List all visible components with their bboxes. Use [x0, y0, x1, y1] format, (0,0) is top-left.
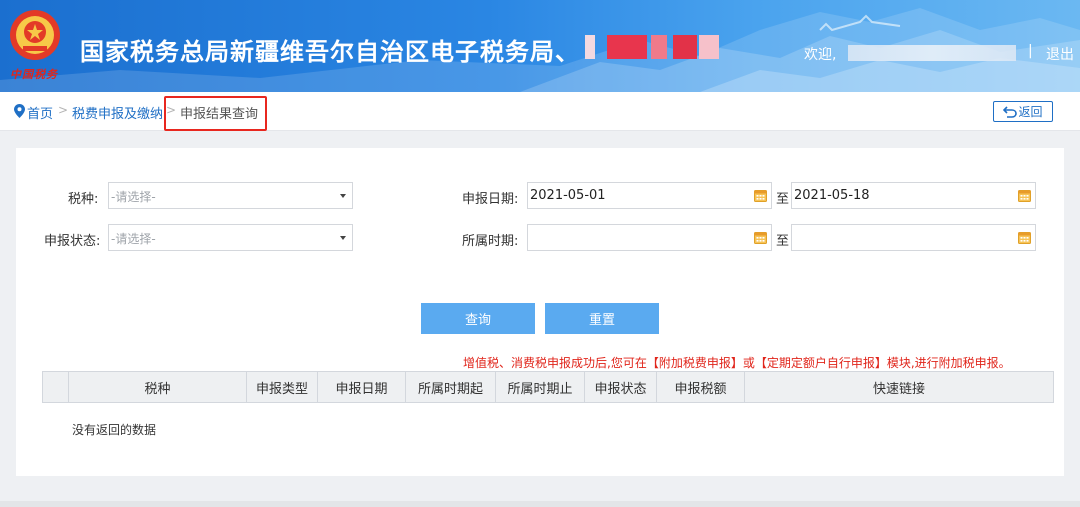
- period-range-to-label: 至: [776, 234, 790, 249]
- title-separator: 、: [555, 38, 580, 66]
- declare-status-select[interactable]: -请选择-: [108, 224, 353, 251]
- declare-date-end-value: 2021-05-18: [794, 188, 870, 203]
- table-column-header: 申报税额: [657, 372, 745, 402]
- redacted-user-name: [848, 45, 1016, 61]
- attached-tax-notice: 增值税、消费税申报成功后,您可在【附加税费申报】或【定期定额户自行申报】模块,进…: [463, 356, 1011, 370]
- result-table-header: 税种 申报类型 申报日期 所属时期起 所属时期止 申报状态 申报税额 快速链接: [42, 371, 1054, 403]
- emblem-caption: 中国税务: [10, 68, 58, 81]
- site-title: 国家税务总局新疆维吾尔自治区电子税务局、: [80, 32, 580, 67]
- declare-date-start-input[interactable]: 2021-05-01: [527, 182, 772, 209]
- period-start-input[interactable]: [527, 224, 772, 251]
- site-header: 中国税务 国家税务总局新疆维吾尔自治区电子税务局、 欢迎, | 退出: [0, 0, 1080, 92]
- welcome-label: 欢迎,: [804, 47, 837, 63]
- period-label: 所属时期:: [462, 234, 519, 249]
- location-pin-icon: [14, 104, 25, 118]
- breadcrumb-separator: >: [58, 103, 69, 117]
- declare-date-start-value: 2021-05-01: [530, 188, 606, 203]
- reset-button[interactable]: 重置: [545, 303, 659, 334]
- header-divider: |: [1028, 43, 1033, 59]
- breadcrumb-parent-link[interactable]: 税费申报及缴纳: [72, 103, 163, 122]
- tax-type-placeholder: -请选择-: [111, 190, 156, 204]
- chevron-down-icon: [340, 236, 346, 240]
- period-end-input[interactable]: [791, 224, 1036, 251]
- calendar-icon[interactable]: [1018, 189, 1031, 202]
- declare-status-placeholder: -请选择-: [111, 232, 156, 246]
- table-column-header: 申报日期: [318, 372, 406, 402]
- table-empty-message: 没有返回的数据: [72, 423, 157, 437]
- chevron-down-icon: [340, 194, 346, 198]
- highlight-box: [164, 96, 267, 131]
- tax-type-select[interactable]: -请选择-: [108, 182, 353, 209]
- logout-link[interactable]: 退出: [1046, 44, 1074, 64]
- redacted-org-name: [585, 35, 720, 59]
- date-range-to-label: 至: [776, 192, 790, 207]
- footer-divider: [0, 501, 1080, 507]
- back-button[interactable]: 返回: [993, 101, 1053, 122]
- calendar-icon[interactable]: [754, 189, 767, 202]
- query-button[interactable]: 查询: [421, 303, 535, 334]
- tax-type-label: 税种:: [68, 192, 99, 207]
- declare-status-label: 申报状态:: [44, 234, 101, 249]
- table-column-header: 所属时期起: [406, 372, 496, 402]
- table-column-header: 快速链接: [872, 381, 925, 397]
- table-column-header: 申报状态: [585, 372, 657, 402]
- table-column-header: 所属时期止: [496, 372, 585, 402]
- tax-emblem-icon: [10, 10, 60, 60]
- return-arrow-icon: [1003, 105, 1018, 118]
- back-button-label: 返回: [1018, 105, 1043, 119]
- table-column-header: [43, 372, 69, 402]
- declare-date-end-input[interactable]: 2021-05-18: [791, 182, 1036, 209]
- declare-date-label: 申报日期:: [462, 192, 519, 207]
- breadcrumb: 首页 > 税费申报及缴纳 > 申报结果查询: [0, 92, 1080, 131]
- calendar-icon[interactable]: [1018, 231, 1031, 244]
- table-column-header: 申报类型: [247, 372, 318, 402]
- calendar-icon[interactable]: [754, 231, 767, 244]
- table-column-header: 税种: [69, 372, 247, 402]
- breadcrumb-home-link[interactable]: 首页: [27, 103, 53, 122]
- site-title-text: 国家税务总局新疆维吾尔自治区电子税务局: [80, 38, 555, 66]
